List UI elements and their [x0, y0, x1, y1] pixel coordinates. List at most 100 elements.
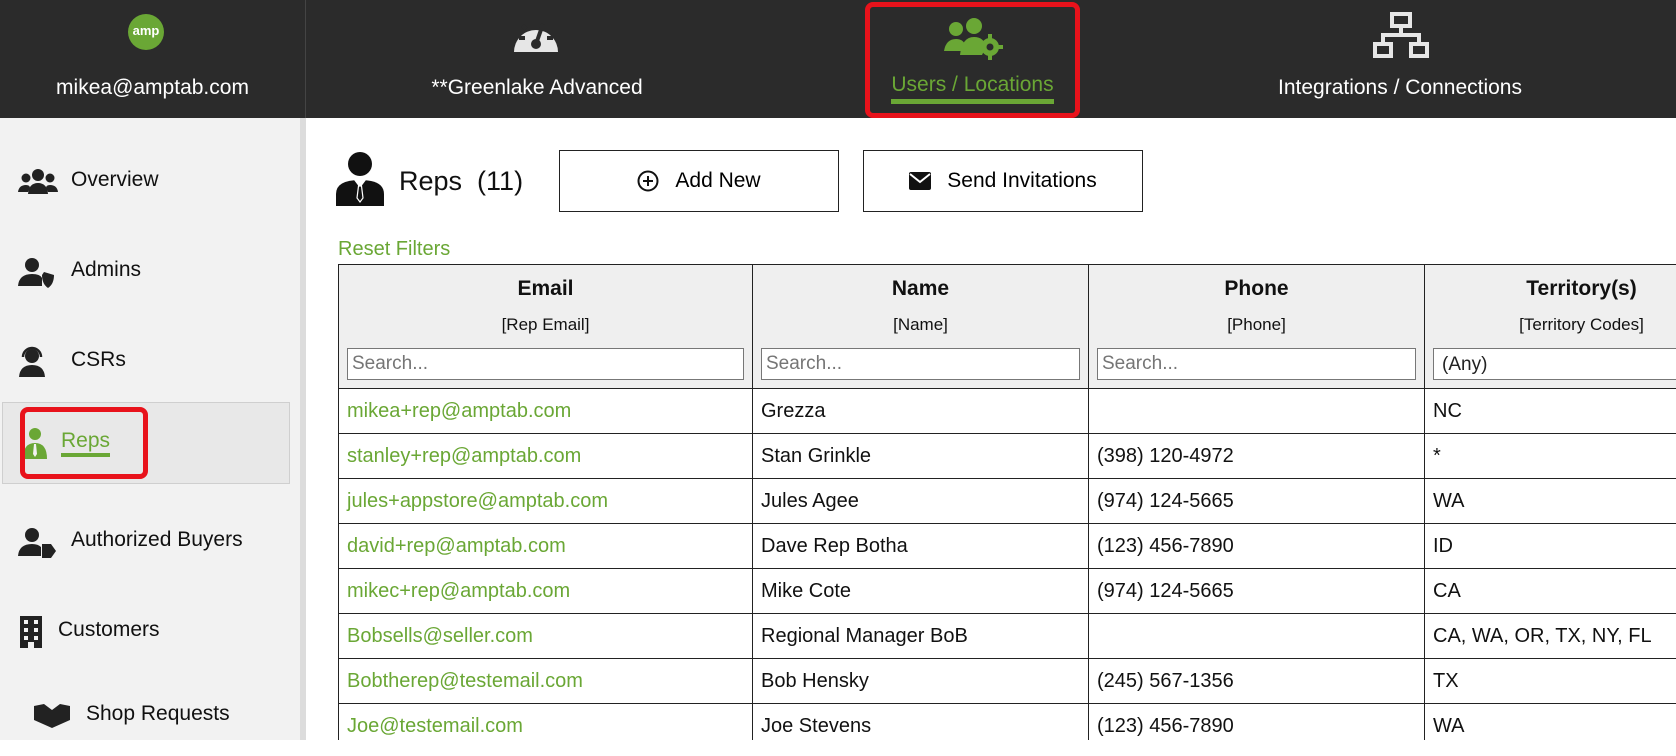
sidebar-item-customers[interactable]: Customers: [0, 592, 300, 672]
email-cell[interactable]: mikea+rep@amptab.com: [339, 389, 753, 434]
sidebar-item-authorized-buyers[interactable]: Authorized Buyers: [0, 502, 300, 582]
phone-cell: (398) 120-4972: [1089, 434, 1425, 479]
nav-integrations[interactable]: Integrations / Connections: [1180, 0, 1620, 118]
org-name: **Greenlake Advanced: [306, 76, 768, 100]
email-cell[interactable]: Bobtherep@testemail.com: [339, 659, 753, 704]
territory-cell: WA: [1425, 704, 1676, 741]
name-search-input[interactable]: [761, 348, 1080, 380]
territory-cell: WA: [1425, 479, 1676, 524]
column-header-name: Name [Name]: [753, 265, 1089, 389]
column-subtitle: [Rep Email]: [347, 315, 744, 335]
reps-count: (11): [477, 166, 523, 196]
name-cell: Regional Manager BoB: [753, 614, 1089, 659]
users-icon: [18, 166, 58, 198]
column-title: Email: [347, 277, 744, 301]
email-cell[interactable]: Joe@testemail.com: [339, 704, 753, 741]
column-header-email: Email [Rep Email]: [339, 265, 753, 389]
column-title: Phone: [1097, 277, 1416, 301]
sidebar-item-label: CSRs: [71, 348, 126, 372]
headset-icon: [18, 346, 58, 378]
name-cell: Bob Hensky: [753, 659, 1089, 704]
table-row[interactable]: mikea+rep@amptab.comGrezza NC: [339, 389, 1676, 434]
sidebar-item-label: Authorized Buyers: [71, 528, 243, 552]
email-cell[interactable]: jules+appstore@amptab.com: [339, 479, 753, 524]
page-title-text: Reps: [399, 166, 462, 196]
column-title: Name: [761, 277, 1080, 301]
users-cog-icon: [942, 17, 1004, 61]
territory-cell: TX: [1425, 659, 1676, 704]
table-row[interactable]: Bobtherep@testemail.comBob Hensky(245) 5…: [339, 659, 1676, 704]
column-header-territory: Territory(s) [Territory Codes] (Any): [1425, 265, 1676, 389]
dashboard-gauge-icon: [510, 14, 562, 56]
highlight-box: [20, 407, 148, 479]
account-email: mikea@amptab.com: [0, 76, 305, 100]
name-cell: Mike Cote: [753, 569, 1089, 614]
sidebar-item-label: Admins: [71, 258, 141, 282]
table-row[interactable]: jules+appstore@amptab.comJules Agee(974)…: [339, 479, 1676, 524]
table-row[interactable]: Joe@testemail.comJoe Stevens(123) 456-78…: [339, 704, 1676, 741]
nav-integrations-label: Integrations / Connections: [1180, 76, 1620, 100]
column-title: Territory(s): [1433, 277, 1676, 301]
reset-filters-link[interactable]: Reset Filters: [338, 238, 450, 261]
phone-cell: (974) 124-5665: [1089, 569, 1425, 614]
sidebar-item-csrs[interactable]: CSRs: [0, 322, 300, 402]
column-subtitle: [Territory Codes]: [1433, 315, 1676, 335]
email-cell[interactable]: david+rep@amptab.com: [339, 524, 753, 569]
email-cell[interactable]: stanley+rep@amptab.com: [339, 434, 753, 479]
name-cell: Dave Rep Botha: [753, 524, 1089, 569]
send-invitations-label: Send Invitations: [947, 169, 1096, 193]
territory-cell: CA, WA, OR, TX, NY, FL: [1425, 614, 1676, 659]
territory-select[interactable]: (Any): [1433, 348, 1676, 380]
phone-cell: [1089, 614, 1425, 659]
handshake-icon: [32, 700, 72, 732]
phone-cell: (123) 456-7890: [1089, 524, 1425, 569]
phone-cell: [1089, 389, 1425, 434]
phone-cell: (245) 567-1356: [1089, 659, 1425, 704]
name-cell: Jules Agee: [753, 479, 1089, 524]
phone-search-input[interactable]: [1097, 348, 1416, 380]
plus-circle-icon: [637, 170, 659, 192]
territory-cell: NC: [1425, 389, 1676, 434]
network-icon: [1373, 12, 1429, 58]
sidebar-item-reps[interactable]: Reps: [2, 402, 290, 484]
main-content: Reps (11) Add New Send Invitations Reset…: [312, 118, 1676, 740]
table-row[interactable]: mikec+rep@amptab.comMike Cote(974) 124-5…: [339, 569, 1676, 614]
email-cell[interactable]: Bobsells@seller.com: [339, 614, 753, 659]
sidebar-item-label: Overview: [71, 168, 159, 192]
add-new-label: Add New: [675, 169, 760, 193]
sidebar-item-overview[interactable]: Overview: [0, 142, 300, 222]
sidebar-item-shop-requests[interactable]: Shop Requests: [0, 676, 300, 756]
top-nav: amp mikea@amptab.com **Greenlake Advance…: [0, 0, 1676, 118]
sidebar-item-admins[interactable]: Admins: [0, 232, 300, 312]
name-cell: Grezza: [753, 389, 1089, 434]
user-tag-icon: [18, 526, 58, 558]
nav-org[interactable]: **Greenlake Advanced: [306, 0, 768, 118]
column-subtitle: [Phone]: [1097, 315, 1416, 335]
table-row[interactable]: stanley+rep@amptab.comStan Grinkle(398) …: [339, 434, 1676, 479]
add-new-button[interactable]: Add New: [559, 150, 839, 212]
amp-logo-icon: amp: [128, 14, 164, 50]
building-icon: [18, 616, 44, 648]
phone-cell: (974) 124-5665: [1089, 479, 1425, 524]
table-row[interactable]: Bobsells@seller.comRegional Manager BoB C…: [339, 614, 1676, 659]
sidebar-item-label: Customers: [58, 618, 160, 642]
envelope-icon: [909, 172, 931, 190]
user-shield-icon: [18, 256, 58, 288]
reps-table: Email [Rep Email] Name [Name] Phone [Pho…: [338, 264, 1676, 740]
territory-cell: CA: [1425, 569, 1676, 614]
territory-cell: *: [1425, 434, 1676, 479]
user-tie-icon: [336, 152, 384, 206]
territory-cell: ID: [1425, 524, 1676, 569]
name-cell: Stan Grinkle: [753, 434, 1089, 479]
name-cell: Joe Stevens: [753, 704, 1089, 741]
column-header-phone: Phone [Phone]: [1089, 265, 1425, 389]
email-cell[interactable]: mikec+rep@amptab.com: [339, 569, 753, 614]
nav-users-label: Users / Locations: [891, 73, 1053, 104]
send-invitations-button[interactable]: Send Invitations: [863, 150, 1143, 212]
table-row[interactable]: david+rep@amptab.comDave Rep Botha(123) …: [339, 524, 1676, 569]
email-search-input[interactable]: [347, 348, 744, 380]
phone-cell: (123) 456-7890: [1089, 704, 1425, 741]
nav-users-locations[interactable]: Users / Locations: [865, 2, 1080, 118]
nav-account[interactable]: amp mikea@amptab.com: [0, 0, 306, 118]
sidebar-item-label: Shop Requests: [86, 702, 230, 726]
